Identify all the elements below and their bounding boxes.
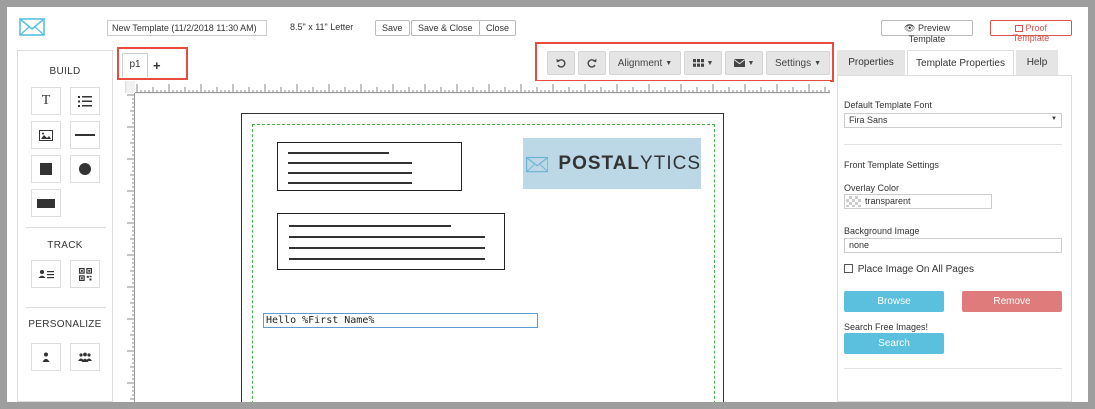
envelope-logo-icon[interactable]: [19, 17, 45, 37]
logo-text-light: YTICS: [640, 152, 701, 174]
address-line: [289, 247, 485, 249]
close-button[interactable]: Close: [479, 20, 517, 36]
address-line: [288, 182, 412, 184]
checkerboard-swatch-icon: [846, 196, 861, 207]
return-address-block[interactable]: [277, 142, 462, 191]
horizontal-ruler: [135, 81, 830, 93]
text-icon: T: [41, 93, 51, 108]
preview-template-button[interactable]: 👁 Preview Template: [881, 20, 973, 44]
default-font-value: Fira Sans: [849, 115, 888, 125]
overlay-color-label: Overlay Color: [844, 183, 900, 193]
personalized-text-block[interactable]: Hello %First Name%: [263, 313, 538, 328]
place-image-label: Place Image On All Pages: [857, 264, 974, 275]
group-tool-button[interactable]: [70, 343, 100, 371]
default-font-select[interactable]: Fira Sans ▼: [844, 113, 1062, 128]
users-icon: [78, 352, 92, 362]
proof-template-button[interactable]: Proof Template: [990, 20, 1072, 43]
address-line: [289, 225, 451, 227]
address-line: [288, 152, 389, 154]
build-section-title: BUILD: [49, 66, 81, 77]
search-free-images-label: Search Free Images!: [844, 322, 929, 332]
front-settings-label: Front Template Settings: [844, 160, 939, 170]
track-section-title: TRACK: [47, 240, 83, 251]
square-tool-button[interactable]: [31, 155, 61, 183]
address-line: [288, 162, 412, 164]
template-name-input[interactable]: [107, 20, 267, 36]
right-panel-tabs: Properties Template Properties Help: [837, 50, 1078, 75]
line-tool-button[interactable]: [70, 121, 100, 149]
contact-card-icon: [38, 269, 54, 278]
single-person-tool-button[interactable]: [31, 343, 61, 371]
image-tool-button[interactable]: [31, 121, 61, 149]
place-image-checkbox[interactable]: [844, 264, 853, 273]
search-images-button[interactable]: Search: [844, 333, 944, 354]
sidebar-divider: [26, 227, 106, 228]
list-tool-button[interactable]: [70, 87, 100, 115]
postalytics-logo-image[interactable]: POSTALYTICS: [523, 138, 701, 189]
overlay-color-input[interactable]: transparent: [844, 194, 992, 209]
eye-icon: 👁: [904, 23, 916, 33]
envelope-logo-icon: [526, 156, 549, 172]
image-icon: [39, 129, 53, 141]
personalize-section-title: PERSONALIZE: [28, 319, 102, 330]
address-line: [289, 258, 485, 260]
rectangle-icon: [37, 198, 55, 208]
address-line: [288, 172, 412, 174]
page-size-label: 8.5" x 11" Letter: [290, 22, 354, 32]
rectangle-tool-button[interactable]: [31, 189, 61, 217]
tab-help[interactable]: Help: [1016, 50, 1058, 75]
save-button[interactable]: Save: [375, 20, 410, 36]
circle-icon: [79, 163, 91, 175]
preview-label: Preview Template: [908, 23, 950, 44]
remove-button[interactable]: Remove: [962, 291, 1062, 312]
place-image-option[interactable]: Place Image On All Pages: [844, 264, 974, 275]
highlight-box-toolbar: [535, 42, 834, 82]
logo-text-bold: POSTAL: [558, 152, 641, 174]
sidebar-divider: [26, 307, 106, 308]
highlight-box-page-tabs: [117, 47, 188, 80]
overlay-color-value: transparent: [865, 196, 911, 206]
caret-down-icon: ▼: [1051, 116, 1057, 122]
tab-template-properties[interactable]: Template Properties: [907, 50, 1014, 75]
square-icon: [40, 163, 52, 175]
save-close-button[interactable]: Save & Close: [411, 20, 480, 36]
list-icon: [78, 95, 92, 107]
qr-code-tool-button[interactable]: [70, 260, 100, 288]
vertical-ruler: [125, 93, 135, 402]
background-image-input[interactable]: none: [844, 238, 1062, 253]
browse-button[interactable]: Browse: [844, 291, 944, 312]
contact-card-tool-button[interactable]: [31, 260, 61, 288]
recipient-address-block[interactable]: [277, 213, 505, 270]
proof-icon: [1014, 25, 1023, 32]
default-font-label: Default Template Font: [844, 100, 932, 110]
person-icon: [42, 352, 50, 362]
background-image-value: none: [849, 240, 870, 250]
panel-divider: [844, 368, 1062, 369]
tools-sidebar: BUILD T TRACK PERSONALIZE: [17, 50, 113, 402]
background-image-label: Background Image: [844, 226, 920, 236]
template-editor: 8.5" x 11" Letter Save Save & Close Clos…: [7, 7, 1088, 402]
address-line: [289, 236, 485, 238]
tab-properties[interactable]: Properties: [837, 50, 905, 75]
panel-divider: [844, 144, 1062, 145]
circle-tool-button[interactable]: [70, 155, 100, 183]
postalytics-logo-text: POSTALYTICS: [558, 153, 701, 175]
qr-code-icon: [78, 267, 92, 281]
text-tool-button[interactable]: T: [31, 87, 61, 115]
top-bar: 8.5" x 11" Letter Save Save & Close Clos…: [7, 7, 1088, 47]
line-icon: [75, 134, 95, 136]
